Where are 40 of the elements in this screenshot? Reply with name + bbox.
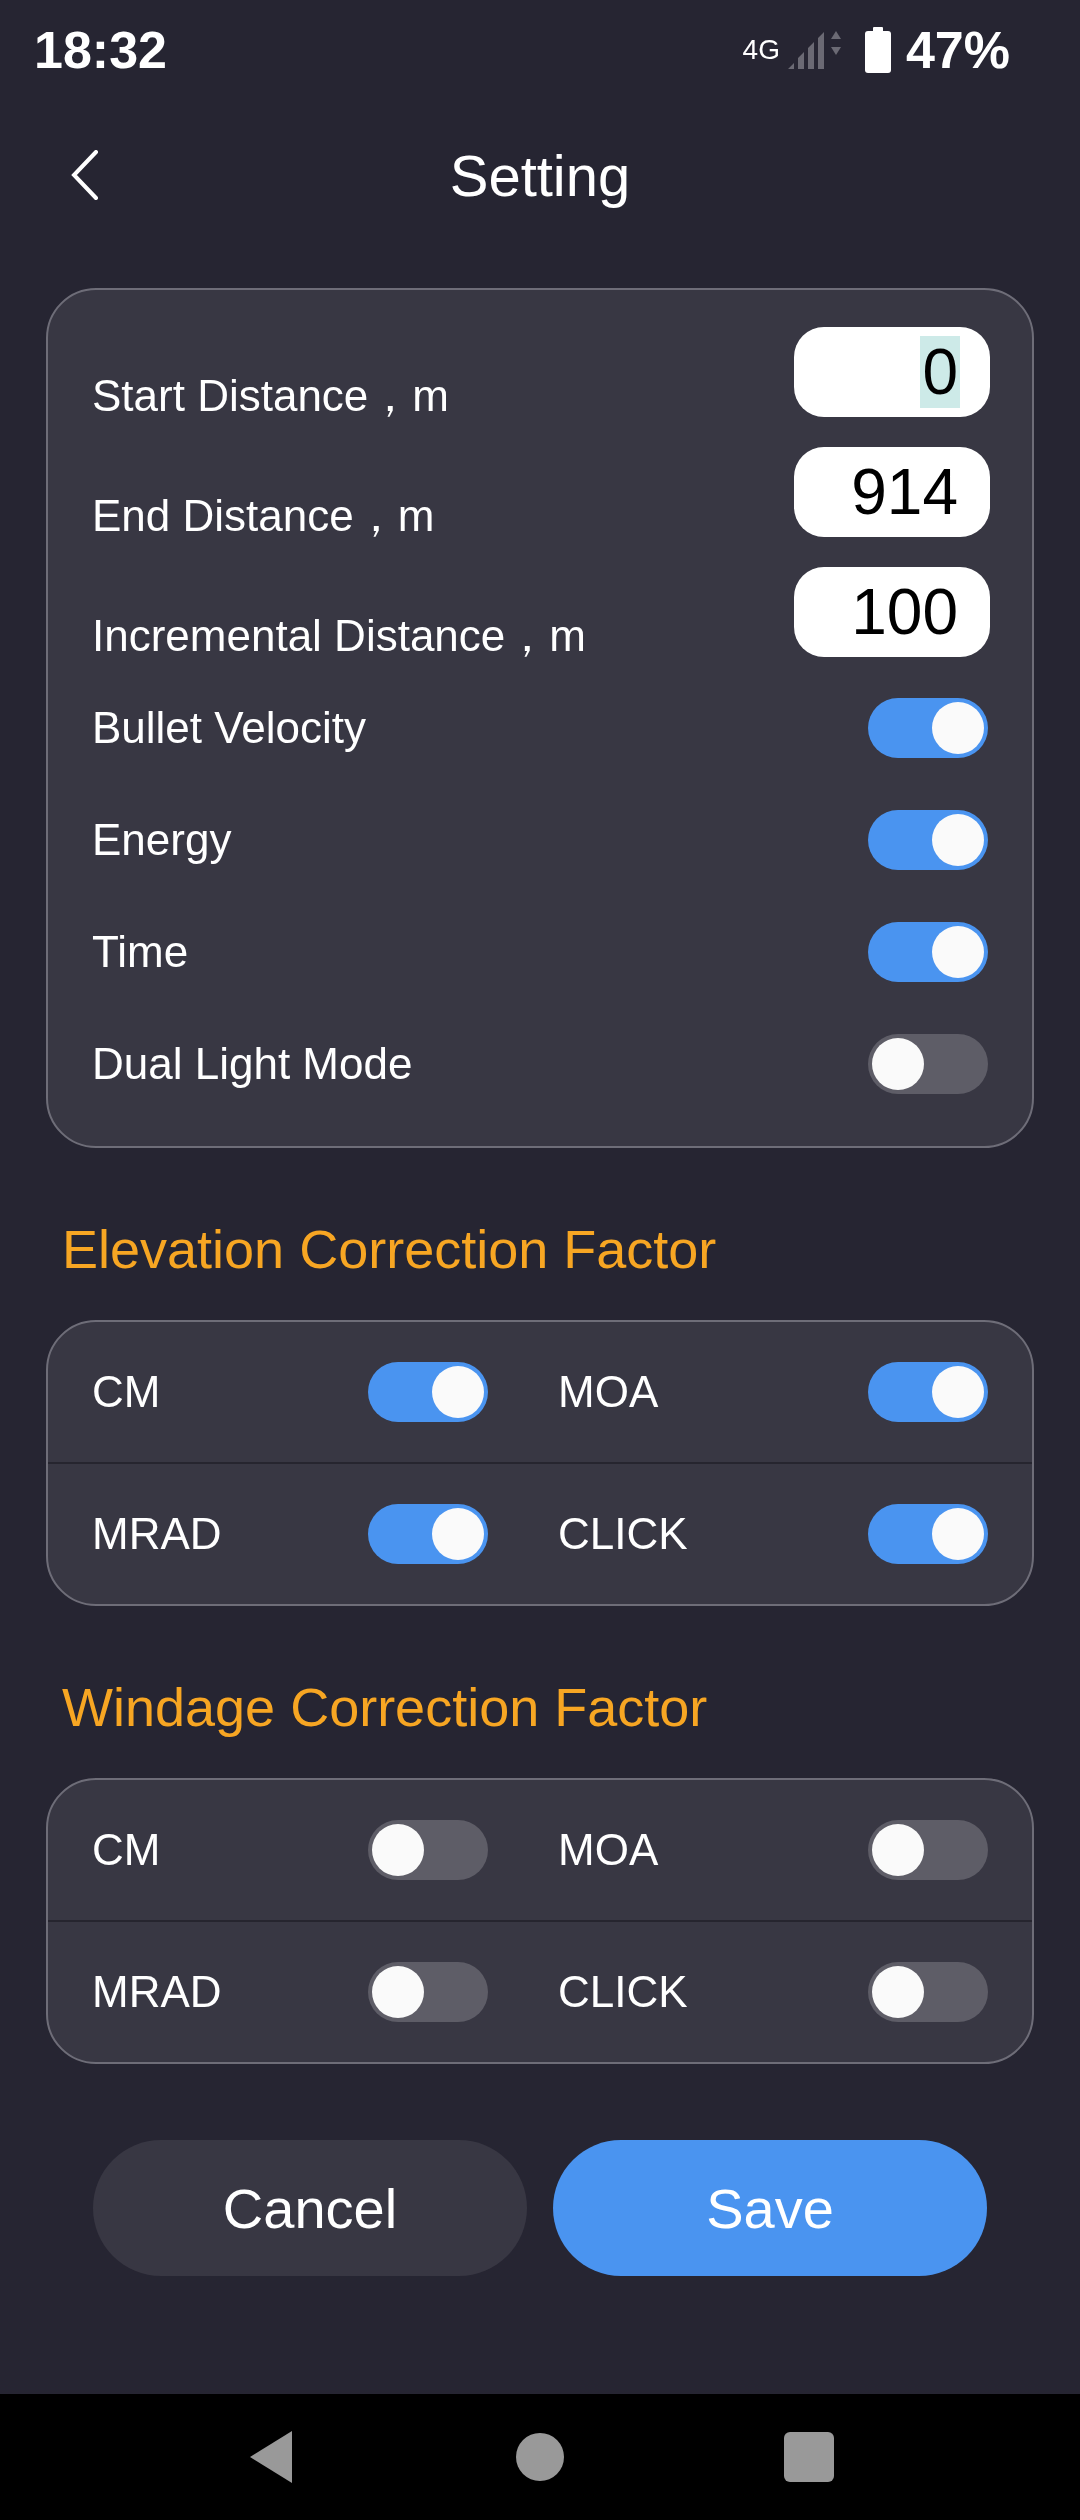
- setting-label: End Distance，m: [92, 490, 435, 542]
- toggle-switch[interactable]: [868, 810, 988, 870]
- toggle-switch[interactable]: [868, 922, 988, 982]
- factor-label: MOA: [558, 1367, 659, 1417]
- battery-icon: [863, 27, 892, 73]
- factor-label: MOA: [558, 1825, 659, 1875]
- factor-label: MRAD: [92, 1509, 222, 1559]
- setting-label: Time: [92, 927, 189, 977]
- toggle-switch[interactable]: [868, 1820, 988, 1880]
- cancel-button[interactable]: Cancel: [93, 2140, 527, 2276]
- input-field[interactable]: 100: [794, 567, 990, 657]
- input-field[interactable]: 0: [794, 327, 990, 417]
- toggle-switch[interactable]: [868, 698, 988, 758]
- factor-label: CLICK: [558, 1967, 688, 2017]
- section-title: Windage Correction Factor: [61, 1676, 709, 1739]
- toggle-switch[interactable]: [868, 1034, 988, 1094]
- page-title: Setting: [449, 141, 631, 209]
- setting-label: Bullet Velocity: [92, 703, 366, 753]
- toggle-switch[interactable]: [368, 1504, 488, 1564]
- factor-label: CLICK: [558, 1509, 688, 1559]
- toggle-switch[interactable]: [868, 1962, 988, 2022]
- toggle-switch[interactable]: [868, 1362, 988, 1422]
- setting-label: Dual Light Mode: [92, 1039, 413, 1089]
- setting-label: Energy: [92, 815, 232, 865]
- back-icon[interactable]: [70, 150, 100, 200]
- factor-label: CM: [92, 1367, 161, 1417]
- home-icon[interactable]: [516, 2433, 564, 2481]
- network-type: 4G: [742, 34, 780, 66]
- toggle-switch[interactable]: [368, 1362, 488, 1422]
- factor-label: CM: [92, 1825, 161, 1875]
- section-title: Elevation Correction Factor: [61, 1218, 718, 1281]
- setting-label: Start Distance，m: [92, 370, 449, 422]
- setting-label: Incremental Distance，m: [92, 610, 586, 662]
- toggle-switch[interactable]: [868, 1504, 988, 1564]
- toggle-switch[interactable]: [368, 1820, 488, 1880]
- toggle-switch[interactable]: [368, 1962, 488, 2022]
- status-time: 18:32: [34, 20, 167, 80]
- input-field[interactable]: 914: [794, 447, 990, 537]
- factor-label: MRAD: [92, 1967, 222, 2017]
- battery-percent: 47%: [905, 20, 1010, 80]
